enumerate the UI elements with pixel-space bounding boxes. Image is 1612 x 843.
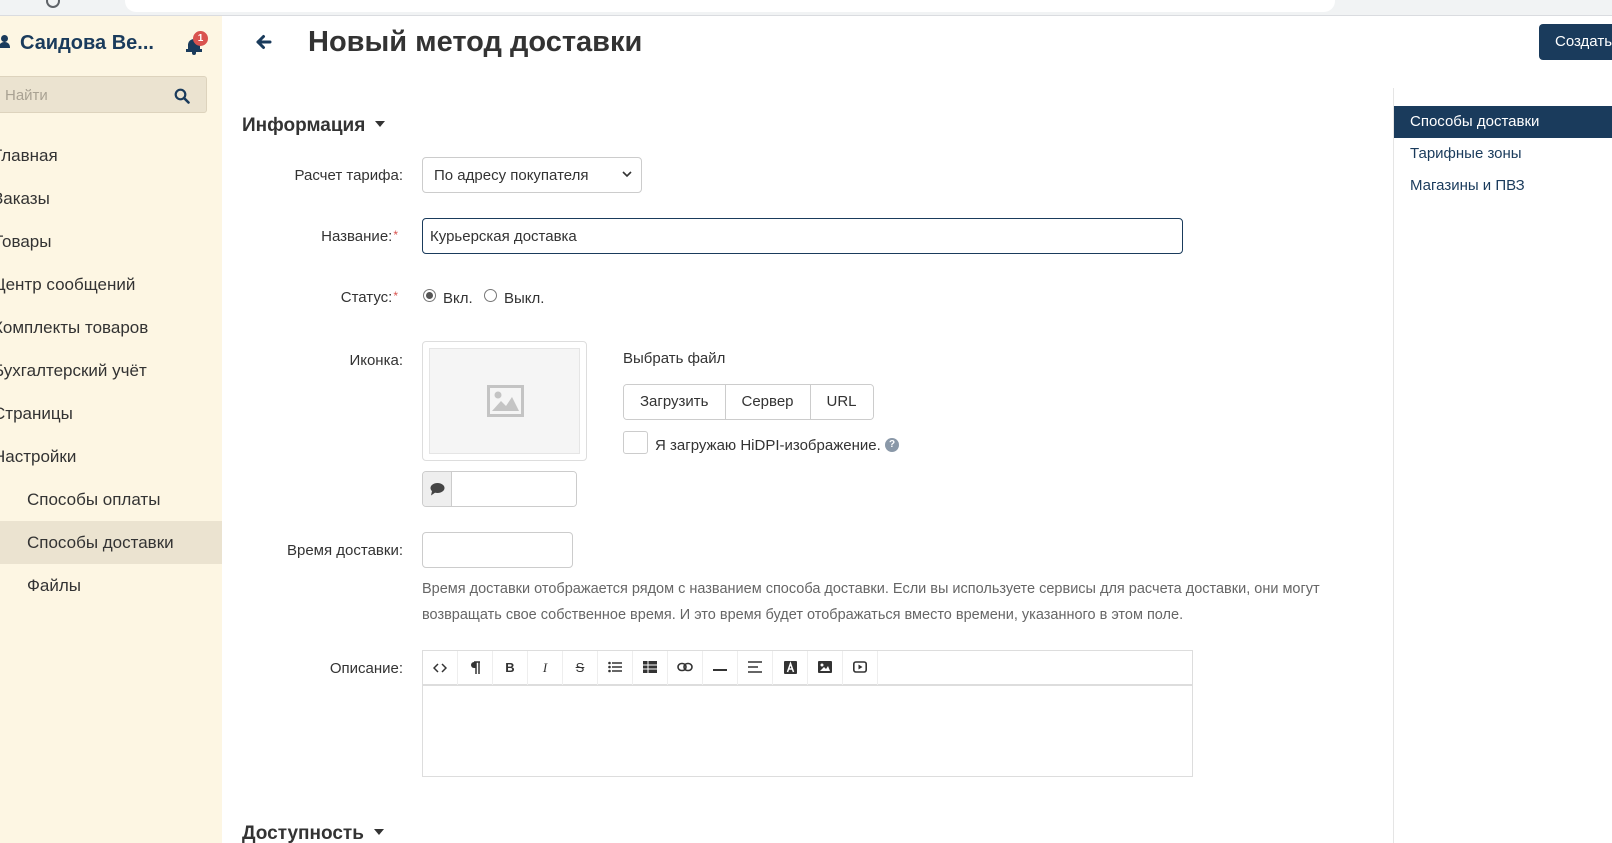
search-icon[interactable]: [174, 88, 190, 104]
sidebar-item-settings[interactable]: Настройки: [0, 435, 222, 478]
sidebar-item-messages[interactable]: Центр сообщений: [0, 263, 222, 306]
reload-icon[interactable]: [46, 0, 60, 8]
server-button[interactable]: Сервер: [724, 385, 810, 419]
sidebar: Саидова Ве... 1 Главная Заказы Товары Це…: [0, 16, 222, 843]
image-placeholder-icon: [487, 385, 524, 417]
url-button[interactable]: URL: [809, 385, 873, 419]
sidebar-item-home[interactable]: Главная: [0, 134, 222, 177]
status-on-label[interactable]: Вкл.: [443, 290, 473, 307]
section-info-title: Информация: [242, 115, 366, 136]
sidebar-item-shipping-methods[interactable]: Способы доставки: [0, 521, 222, 564]
status-label-text: Статус:: [340, 289, 393, 306]
html-code-button[interactable]: [423, 651, 458, 685]
font-color-button[interactable]: [773, 651, 808, 685]
delivery-time-help: Время доставки отображается рядом с назв…: [422, 581, 1320, 623]
sidebar-item-orders[interactable]: Заказы: [0, 177, 222, 220]
bold-button[interactable]: B: [493, 651, 528, 685]
image-icon: [818, 661, 832, 673]
status-off-label[interactable]: Выкл.: [504, 290, 544, 307]
address-bar[interactable]: [125, 0, 1335, 12]
table-icon: [643, 661, 657, 673]
description-label: Описание:: [329, 660, 403, 677]
browser-toolbar: [0, 0, 1612, 16]
description-editor: B I S: [422, 650, 1193, 777]
sidebar-item-products[interactable]: Товары: [0, 220, 222, 263]
code-icon: [432, 663, 448, 673]
description-textarea[interactable]: [423, 688, 1192, 776]
align-button[interactable]: [738, 651, 773, 685]
question-circle-icon[interactable]: ?: [885, 438, 899, 452]
comment-icon: [430, 483, 445, 496]
list-icon: [608, 661, 622, 673]
font-icon: [783, 661, 797, 674]
minus-icon: [713, 669, 727, 671]
section-availability-title: Доступность: [242, 823, 364, 843]
sidebar-item-pages[interactable]: Страницы: [0, 392, 222, 435]
paragraph-icon: [471, 661, 480, 674]
user-name[interactable]: Саидова Ве...: [20, 32, 154, 55]
link-button[interactable]: [668, 651, 703, 685]
name-label: Название:*: [238, 228, 398, 245]
insert-image-button[interactable]: [808, 651, 843, 685]
sidebar-item-files[interactable]: Файлы: [0, 564, 222, 607]
alt-addon: [423, 472, 452, 506]
link-icon: [677, 662, 693, 672]
align-left-icon: [748, 661, 762, 673]
required-marker: *: [393, 289, 398, 303]
sidebar-item-bundles[interactable]: Комплекты товаров: [0, 306, 222, 349]
upload-button[interactable]: Загрузить: [624, 385, 725, 419]
notification-badge: 1: [193, 31, 208, 46]
editor-toolbar: B I S: [423, 651, 1192, 686]
delivery-time-input[interactable]: [422, 532, 573, 568]
sidebar-item-accounting[interactable]: Бухгалтерский учёт: [0, 349, 222, 392]
status-off-radio[interactable]: [484, 289, 497, 302]
table-button[interactable]: [633, 651, 668, 685]
paragraph-button[interactable]: [458, 651, 493, 685]
horizontal-rule-button[interactable]: [703, 651, 738, 685]
chevron-down-icon: [622, 171, 632, 178]
strikethrough-button[interactable]: S: [563, 651, 598, 685]
choose-file-label: Выбрать файл: [623, 350, 726, 367]
caret-down-icon: [375, 120, 386, 127]
insert-video-button[interactable]: [843, 651, 878, 685]
status-label: Статус:*: [238, 289, 398, 306]
hidpi-label[interactable]: Я загружаю HiDPI-изображение.: [655, 437, 881, 454]
settings-subnav: Способы доставки Тарифные зоны Магазины …: [1393, 88, 1612, 843]
page-title: Новый метод доставки: [308, 26, 643, 58]
subnav-item-tariff-zones[interactable]: Тарифные зоны: [1394, 138, 1612, 170]
arrow-left-icon[interactable]: [255, 33, 273, 51]
required-marker: *: [393, 228, 398, 242]
section-availability-toggle[interactable]: Доступность: [242, 823, 384, 843]
icon-alt-input[interactable]: [452, 472, 576, 506]
sidebar-search: [0, 76, 207, 113]
video-icon: [853, 661, 867, 673]
create-button[interactable]: Создать: [1539, 24, 1612, 60]
caret-down-icon: [373, 828, 384, 835]
user-icon: [0, 35, 10, 49]
icon-alt-text-group: [422, 471, 577, 507]
delivery-time-label: Время доставки:: [286, 542, 403, 559]
name-label-text: Название:: [321, 228, 393, 245]
icon-label: Иконка:: [349, 352, 403, 369]
bullet-list-button[interactable]: [598, 651, 633, 685]
upload-button-group: Загрузить Сервер URL: [623, 384, 874, 420]
rate-select[interactable]: По адресу покупателя: [422, 157, 642, 193]
search-input[interactable]: [5, 85, 165, 105]
icon-preview: [422, 341, 587, 461]
sidebar-item-payment-methods[interactable]: Способы оплаты: [0, 478, 222, 521]
rate-select-value: По адресу покупателя: [434, 167, 589, 184]
italic-button[interactable]: I: [528, 651, 563, 685]
status-on-radio[interactable]: [423, 289, 436, 302]
rate-label: Расчет тарифа:: [294, 167, 404, 184]
hidpi-checkbox[interactable]: [623, 431, 648, 454]
user-menu[interactable]: Саидова Ве... 1: [0, 26, 222, 56]
subnav-item-shipping-methods[interactable]: Способы доставки: [1394, 106, 1612, 138]
section-info-toggle[interactable]: Информация: [242, 115, 386, 137]
name-input[interactable]: [422, 218, 1183, 254]
subnav-item-stores-pickup[interactable]: Магазины и ПВЗ: [1394, 170, 1612, 202]
